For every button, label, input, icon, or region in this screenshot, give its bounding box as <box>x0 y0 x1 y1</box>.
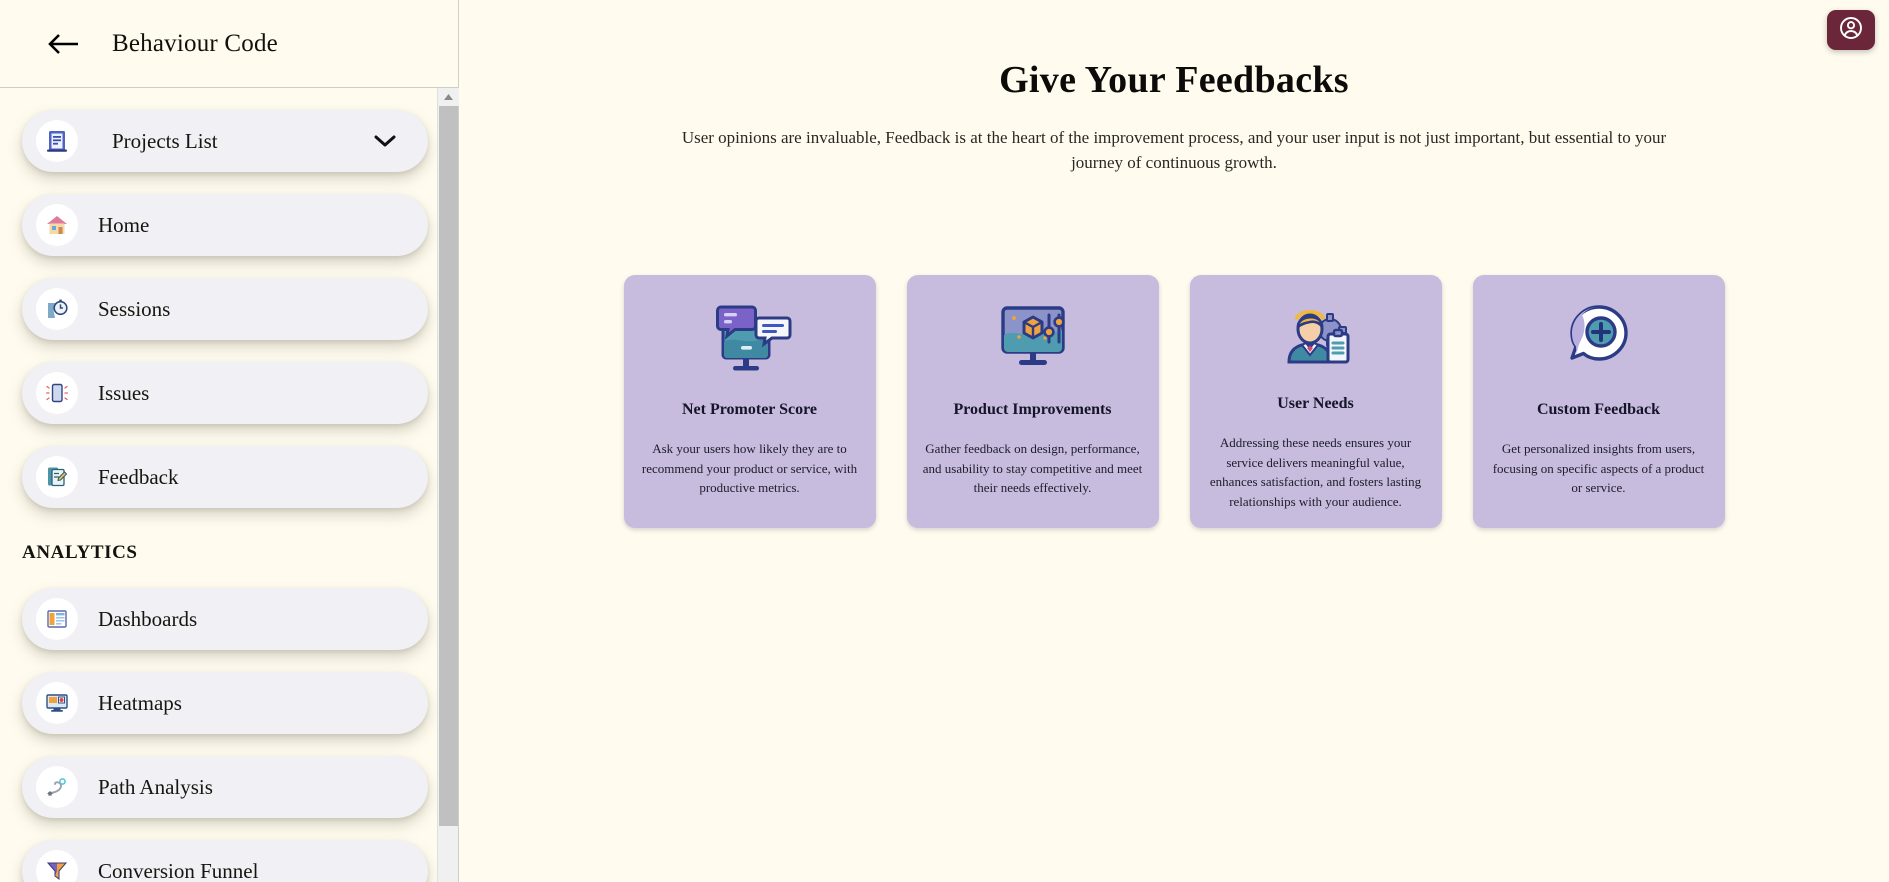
card-title: Product Improvements <box>953 401 1112 419</box>
issues-phone-icon <box>36 372 78 414</box>
monitor-chat-icon <box>707 301 793 377</box>
path-analysis-icon <box>36 766 78 808</box>
chat-plus-icon <box>1556 301 1642 377</box>
back-arrow-icon[interactable] <box>44 27 84 61</box>
monitor-settings-cube-icon <box>990 301 1076 377</box>
sessions-stopwatch-icon <box>36 288 78 330</box>
feedback-note-icon <box>36 456 78 498</box>
user-circle-icon <box>1838 15 1864 46</box>
card-description: Addressing these needs ensures your serv… <box>1209 435 1422 509</box>
user-clipboard-gear-icon <box>1273 301 1359 377</box>
card-custom-feedback[interactable]: Custom Feedback Get personalized insight… <box>1472 275 1725 529</box>
sidebar-item-projects-list[interactable]: Projects List <box>22 110 428 172</box>
scrollbar-thumb[interactable] <box>439 106 458 826</box>
card-net-promoter-score[interactable]: Net Promoter Score Ask your users how li… <box>623 275 876 529</box>
card-description: Gather feedback on design, performance, … <box>922 441 1143 496</box>
card-description: Get personalized insights from users, fo… <box>1492 441 1705 496</box>
sidebar-item-label: Conversion Funnel <box>98 858 259 882</box>
sidebar-scroll-area: Projects List Home Sessions Issues Feedb… <box>0 88 458 882</box>
chevron-down-icon[interactable] <box>374 134 396 148</box>
funnel-icon <box>36 850 78 882</box>
dashboards-icon <box>36 598 78 640</box>
sidebar-item-label: Projects List <box>112 128 218 153</box>
page-title: Behaviour Code <box>112 29 278 57</box>
sidebar-item-feedback[interactable]: Feedback <box>22 446 428 508</box>
heatmaps-icon <box>36 682 78 724</box>
sidebar-header: Behaviour Code <box>0 0 458 88</box>
main-heading: Give Your Feedbacks <box>999 59 1349 101</box>
sidebar: Behaviour Code Projects List Home Sessio… <box>0 0 459 882</box>
sidebar-item-dashboards[interactable]: Dashboards <box>22 588 428 650</box>
feedback-cards: Net Promoter Score Ask your users how li… <box>459 275 1889 529</box>
sidebar-item-label: Feedback <box>98 464 179 489</box>
sidebar-item-label: Dashboards <box>98 606 198 631</box>
sidebar-section-analytics: ANALYTICS <box>22 542 138 563</box>
sidebar-item-conversion-funnel[interactable]: Conversion Funnel <box>22 840 428 882</box>
sidebar-item-label: Sessions <box>98 296 171 321</box>
sidebar-nav: Projects List Home Sessions Issues Feedb… <box>0 88 458 882</box>
scroll-up-arrow-icon[interactable] <box>438 88 459 106</box>
app-root: Behaviour Code Projects List Home Sessio… <box>0 0 1889 882</box>
card-title: User Needs <box>1277 395 1354 413</box>
projects-list-icon <box>36 120 78 162</box>
sidebar-item-label: Heatmaps <box>98 690 182 715</box>
home-icon <box>36 204 78 246</box>
card-user-needs[interactable]: User Needs Addressing these needs ensure… <box>1189 275 1442 529</box>
card-description: Ask your users how likely they are to re… <box>641 441 858 496</box>
sidebar-item-label: Home <box>98 212 150 237</box>
sidebar-scrollbar[interactable] <box>437 88 459 882</box>
sidebar-item-home[interactable]: Home <box>22 194 428 256</box>
sidebar-item-issues[interactable]: Issues <box>22 362 428 424</box>
card-title: Net Promoter Score <box>681 401 818 419</box>
card-product-improvements[interactable]: Product Improvements Gather feedback on … <box>906 275 1159 529</box>
sidebar-item-label: Path Analysis <box>98 774 213 799</box>
sidebar-item-heatmaps[interactable]: Heatmaps <box>22 672 428 734</box>
main-subtitle: User opinions are invaluable, Feedback i… <box>681 128 1667 172</box>
profile-button[interactable] <box>1827 10 1875 50</box>
card-title: Custom Feedback <box>1536 401 1661 419</box>
sidebar-item-sessions[interactable]: Sessions <box>22 278 428 340</box>
sidebar-item-label: Issues <box>98 380 150 405</box>
main-content: Give Your Feedbacks User opinions are in… <box>459 0 1889 882</box>
sidebar-item-path-analysis[interactable]: Path Analysis <box>22 756 428 818</box>
